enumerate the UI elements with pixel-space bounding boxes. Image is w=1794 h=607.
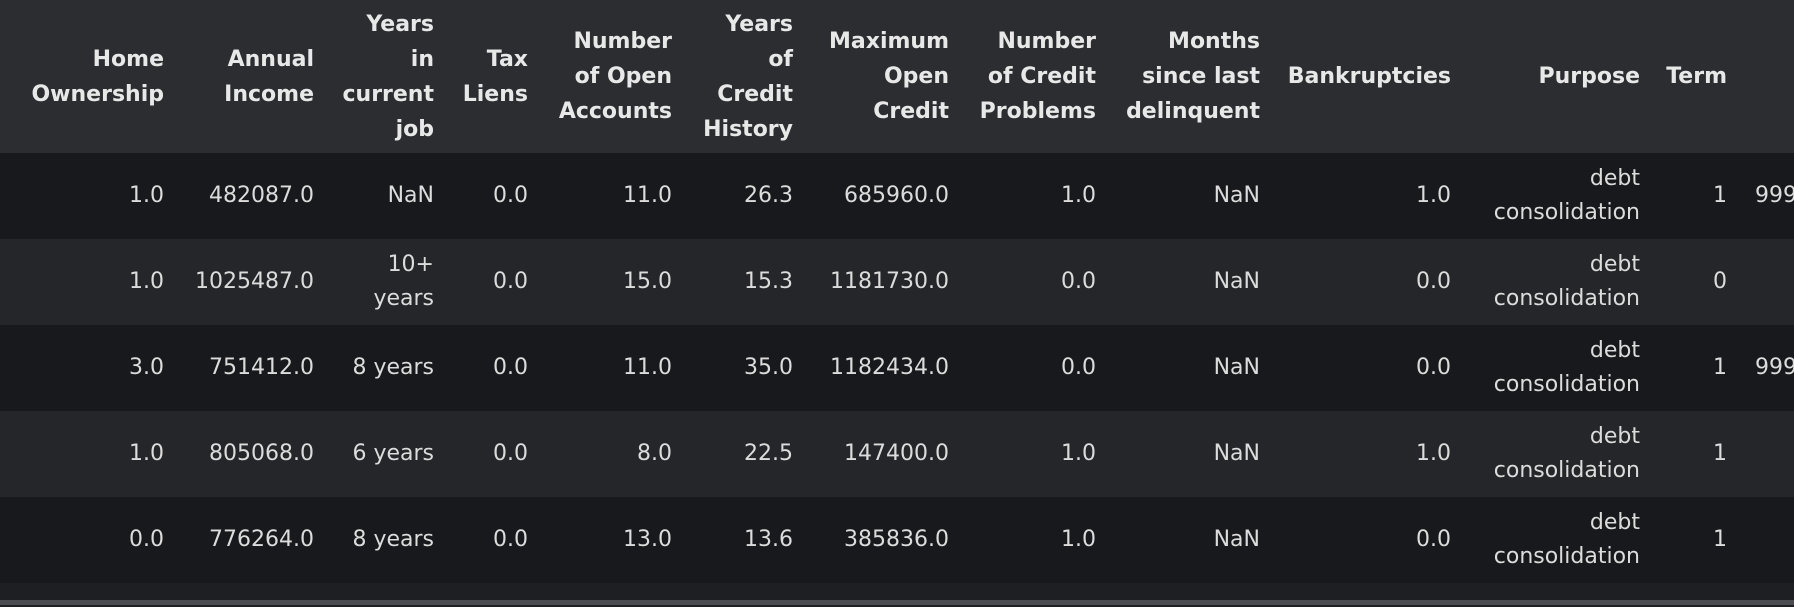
- table-cell: 1: [1739, 411, 1794, 497]
- column-header-tax-liens: Tax Liens: [462, 46, 528, 107]
- table-cell: 1.0: [1061, 527, 1096, 552]
- dataframe-table: Home Ownership Annual Income Years in cu…: [0, 0, 1794, 583]
- table-cell: 1.0: [1416, 441, 1451, 466]
- table-cell: 0.0: [493, 269, 528, 294]
- header-row: Home Ownership Annual Income Years in cu…: [0, 0, 1794, 153]
- table-cell: 1.0: [1061, 441, 1096, 466]
- dataframe-output: Home Ownership Annual Income Years in cu…: [0, 0, 1794, 607]
- table-cell: 1182434.0: [830, 355, 949, 380]
- column-header-number-of-open-accounts: Number of Open Accounts: [558, 29, 672, 124]
- table-cell: 0.0: [1061, 355, 1096, 380]
- column-header-purpose: Purpose: [1538, 64, 1640, 89]
- column-header-term: Term: [1666, 64, 1727, 89]
- column-header-annual-income: Annual Income: [224, 46, 314, 107]
- table-cell: 1.0: [1061, 183, 1096, 208]
- column-header-months-since-last-delinquent: Months since last delinquent: [1126, 29, 1260, 124]
- table-cell: NaN: [1213, 527, 1260, 552]
- table-cell: 1: [1713, 355, 1727, 380]
- table-cell: 8.0: [637, 441, 672, 466]
- table-cell: 1.0: [1416, 183, 1451, 208]
- table-cell: 22.5: [744, 441, 793, 466]
- table-cell: debt consolidation: [1493, 338, 1640, 397]
- table-cell: 1025487.0: [195, 269, 314, 294]
- table-cell: 999: [1755, 183, 1794, 208]
- table-cell: 1: [1713, 441, 1727, 466]
- table-cell: 999: [1755, 355, 1794, 380]
- table-cell: 147400.0: [844, 441, 949, 466]
- column-header-years-of-credit-history: Years of Credit History: [703, 11, 793, 142]
- column-header-bankruptcies: Bankruptcies: [1287, 64, 1451, 89]
- table-cell: 8 years: [352, 355, 434, 380]
- table-cell: 482087.0: [209, 183, 314, 208]
- table-cell: 1: [1713, 183, 1727, 208]
- table-cell: 0: [1713, 269, 1727, 294]
- table-row: 1.0 805068.0 6 years 0.0 8.0 22.5 147400…: [0, 411, 1794, 497]
- column-header-maximum-open-credit: Maximum Open Credit: [829, 29, 949, 124]
- table-cell: 0.0: [493, 183, 528, 208]
- column-header-home-ownership: Home Ownership: [31, 46, 164, 107]
- table-cell: 0.0: [1061, 269, 1096, 294]
- table-cell: debt consolidation: [1493, 252, 1640, 311]
- table-cell: debt consolidation: [1493, 424, 1640, 483]
- scrollbar-thumb[interactable]: [0, 600, 1794, 605]
- table-cell: 776264.0: [209, 527, 314, 552]
- table-cell: 3.0: [129, 355, 164, 380]
- table-cell: 1: [1739, 497, 1794, 583]
- table-cell: 0.0: [129, 527, 164, 552]
- table-cell: NaN: [1213, 441, 1260, 466]
- table-cell: NaN: [387, 183, 434, 208]
- table-cell: 11.0: [623, 355, 672, 380]
- table-cell: 0.0: [493, 355, 528, 380]
- table-row: 0.0 776264.0 8 years 0.0 13.0 13.6 38583…: [0, 497, 1794, 583]
- table-cell: 1.0: [129, 269, 164, 294]
- table-cell: NaN: [1213, 355, 1260, 380]
- table-cell: 2: [1739, 239, 1794, 325]
- table-cell: 0.0: [493, 527, 528, 552]
- table-row: 3.0 751412.0 8 years 0.0 11.0 35.0 11824…: [0, 325, 1794, 411]
- table-cell: 0.0: [1416, 355, 1451, 380]
- table-cell: 1: [1713, 527, 1727, 552]
- table-cell: 0.0: [493, 441, 528, 466]
- table-cell: 0.0: [1416, 527, 1451, 552]
- table-cell: 15.0: [623, 269, 672, 294]
- table-cell: 35.0: [744, 355, 793, 380]
- table-cell: 26.3: [744, 183, 793, 208]
- table-cell: 751412.0: [209, 355, 314, 380]
- column-header-years-in-current-job: Years in current job: [342, 11, 434, 142]
- column-header-number-of-credit-problems: Number of Credit Problems: [979, 29, 1096, 124]
- table-cell: 11.0: [623, 183, 672, 208]
- column-header-clipped: [1739, 0, 1794, 153]
- table-row: 1.0 482087.0 NaN 0.0 11.0 26.3 685960.0 …: [0, 153, 1794, 239]
- table-cell: NaN: [1213, 183, 1260, 208]
- horizontal-scrollbar[interactable]: [0, 597, 1794, 607]
- table-cell: 13.6: [744, 527, 793, 552]
- table-cell: 15.3: [744, 269, 793, 294]
- table-cell: 6 years: [352, 441, 434, 466]
- table-cell: 1.0: [129, 183, 164, 208]
- table-cell: NaN: [1213, 269, 1260, 294]
- table-cell: 8 years: [352, 527, 434, 552]
- table-cell: 13.0: [623, 527, 672, 552]
- table-cell: 10+ years: [373, 252, 434, 311]
- table-cell: 685960.0: [844, 183, 949, 208]
- table-cell: debt consolidation: [1493, 510, 1640, 569]
- table-cell: 385836.0: [844, 527, 949, 552]
- table-cell: debt consolidation: [1493, 166, 1640, 225]
- table-row: 1.0 1025487.0 10+ years 0.0 15.0 15.3 11…: [0, 239, 1794, 325]
- table-cell: 1.0: [129, 441, 164, 466]
- table-cell: 0.0: [1416, 269, 1451, 294]
- table-cell: 805068.0: [209, 441, 314, 466]
- table-cell: 1181730.0: [830, 269, 949, 294]
